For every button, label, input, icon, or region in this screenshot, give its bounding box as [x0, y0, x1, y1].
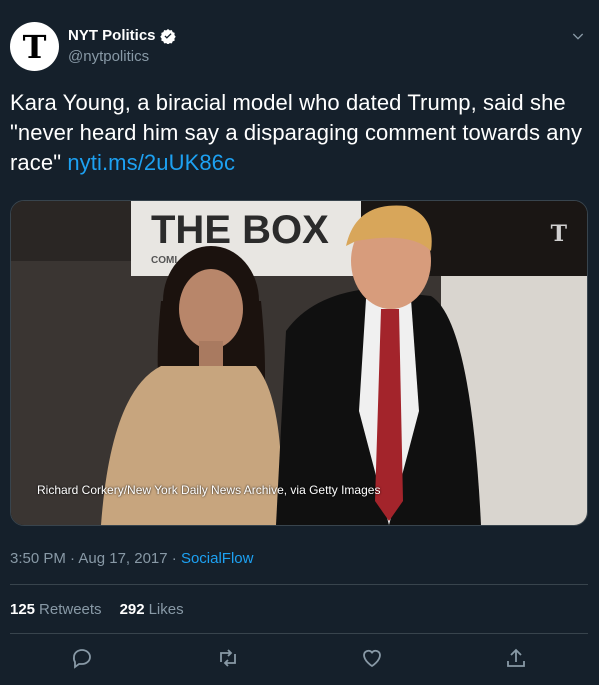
divider — [10, 584, 588, 585]
tweet-meta: 3:50 PM · Aug 17, 2017 · SocialFlow — [10, 550, 253, 567]
photo-illustration: THE BOX COMI — [11, 201, 587, 525]
divider — [10, 633, 588, 634]
verified-badge-icon — [159, 28, 176, 44]
tweet-stats: 125 Retweets 292 Likes — [10, 601, 184, 618]
likes-label: Likes — [148, 601, 184, 618]
avatar[interactable]: T — [10, 22, 59, 71]
tweet-actions — [0, 646, 599, 674]
sign-text: THE BOX — [151, 208, 329, 252]
likes-count: 292 — [119, 601, 145, 618]
author-name-row[interactable]: NYT Politics — [68, 27, 176, 44]
photo-credit: Richard Corkery/New York Daily News Arch… — [37, 483, 381, 497]
tweet: T NYT Politics @nytpolitics Kara Young, … — [0, 0, 599, 685]
sign-subtext: COMI — [151, 255, 177, 266]
timestamp[interactable]: 3:50 PM · Aug 17, 2017 · — [10, 550, 177, 567]
likes-stat[interactable]: 292 Likes — [120, 601, 184, 618]
avatar-letter: T — [22, 27, 47, 66]
author-name[interactable]: NYT Politics — [68, 27, 156, 44]
tweet-text: Kara Young, a biracial model who dated T… — [10, 88, 590, 178]
like-icon[interactable] — [360, 646, 384, 670]
retweets-stat[interactable]: 125 Retweets — [10, 601, 102, 618]
chevron-down-icon[interactable] — [570, 28, 586, 44]
reply-icon[interactable] — [70, 646, 94, 670]
author-handle[interactable]: @nytpolitics — [68, 48, 149, 65]
nyt-watermark: T — [550, 221, 567, 247]
share-icon[interactable] — [504, 646, 528, 670]
tweet-photo[interactable]: THE BOX COMI T Richard Corkery/New York … — [10, 200, 588, 526]
source-link[interactable]: SocialFlow — [181, 550, 254, 567]
retweets-count: 125 — [10, 601, 36, 618]
retweet-icon[interactable] — [216, 646, 240, 670]
tweet-link[interactable]: nyti.ms/2uUK86c — [67, 150, 235, 175]
retweets-label: Retweets — [39, 601, 102, 618]
